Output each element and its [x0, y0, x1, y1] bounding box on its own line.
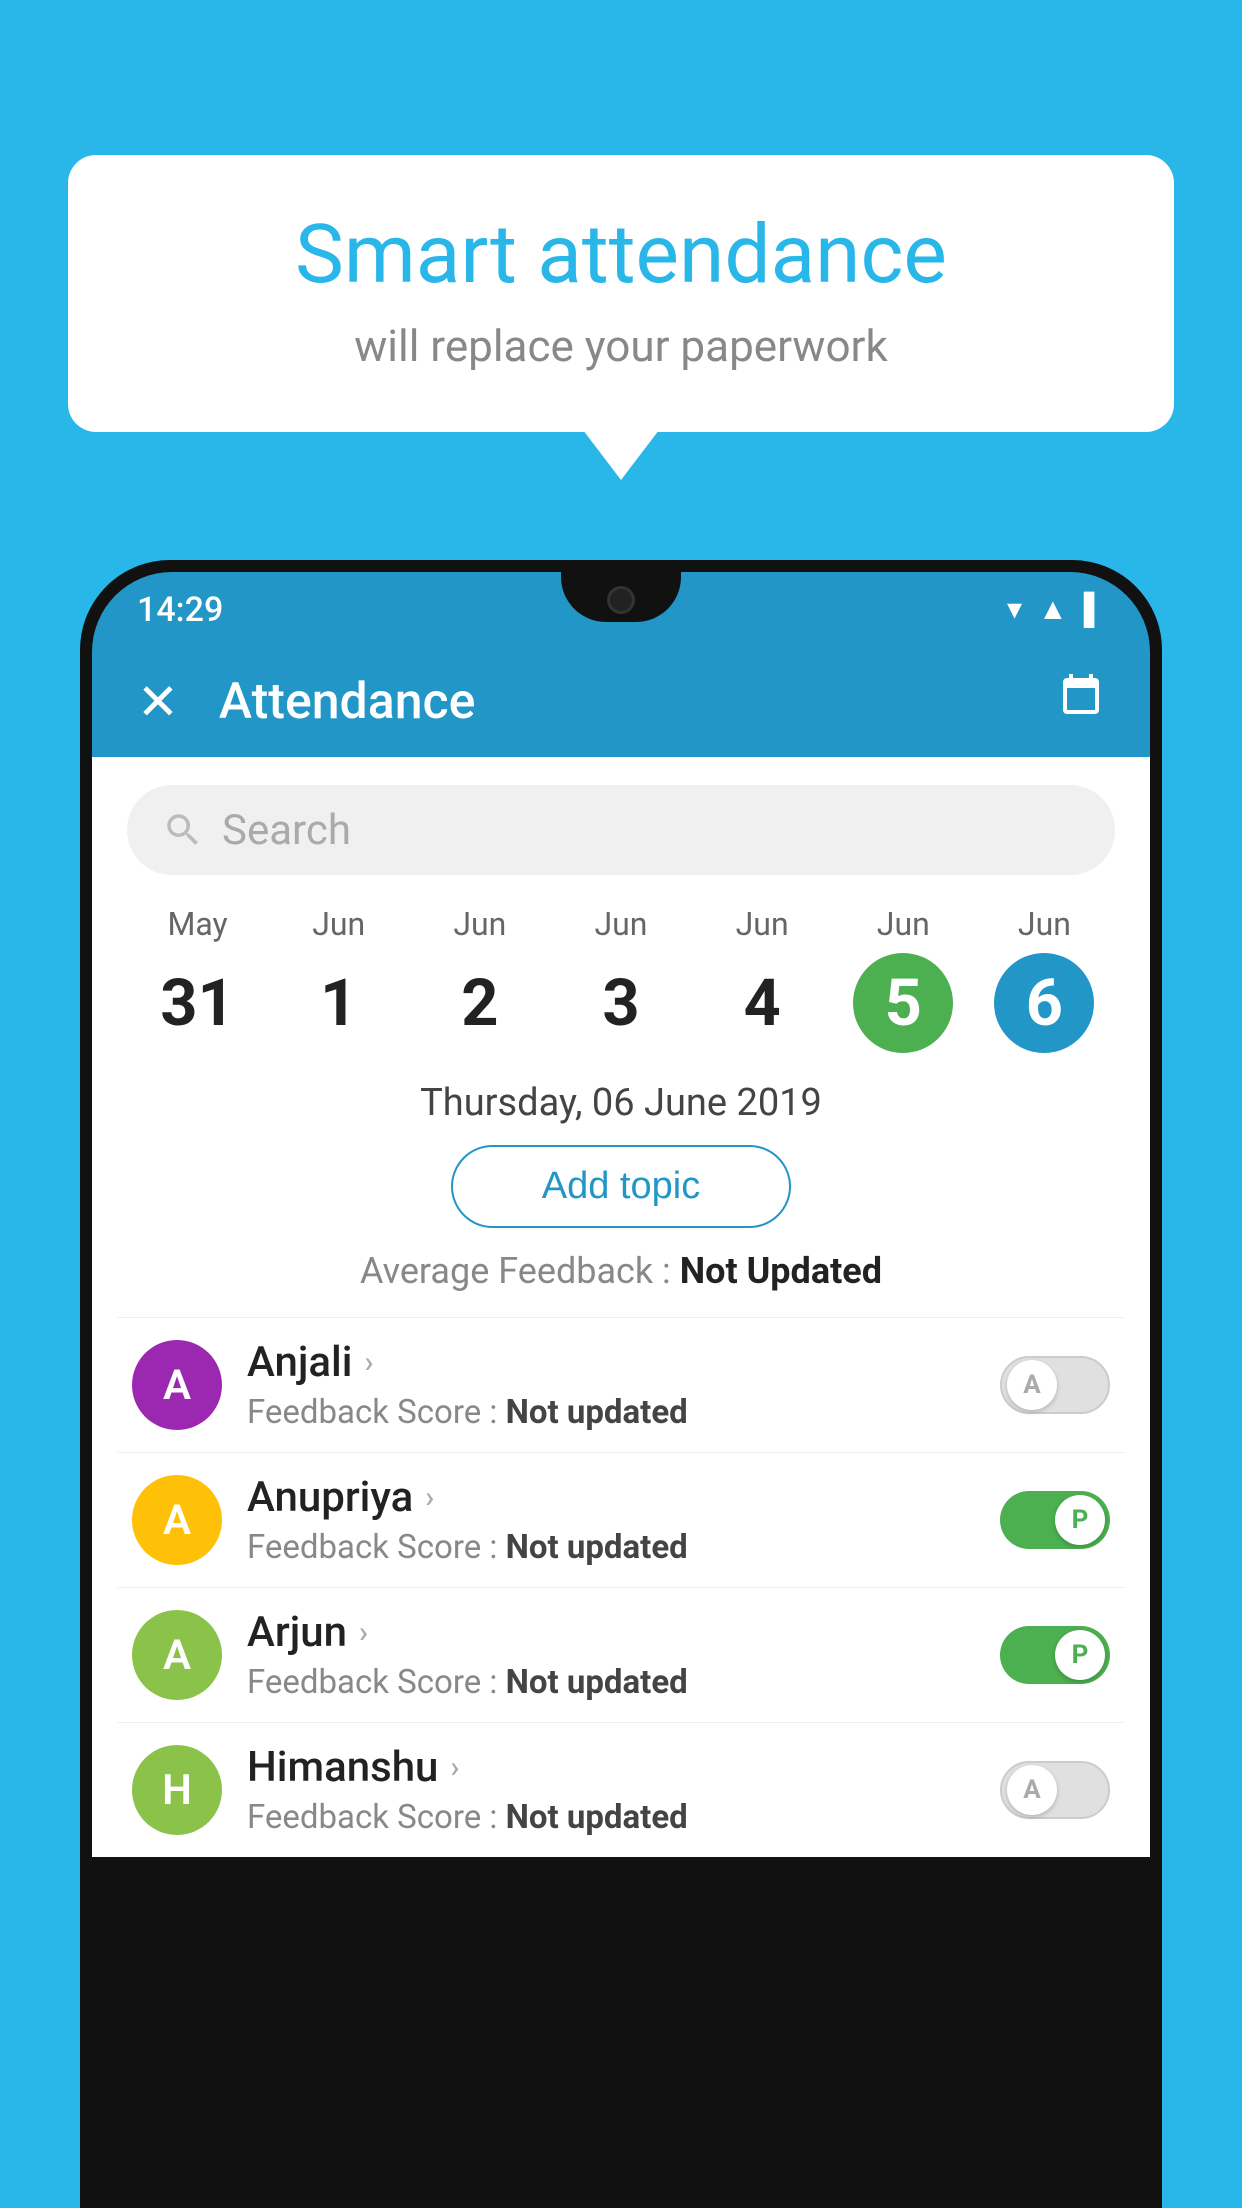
cal-day-number[interactable]: 2 — [430, 953, 530, 1053]
toggle-switch[interactable]: P — [1000, 1491, 1110, 1549]
student-list: AAnjali›Feedback Score : Not updatedAAAn… — [92, 1317, 1150, 1857]
calendar-icon[interactable] — [1057, 672, 1105, 732]
signal-icon: ▲ — [1038, 592, 1068, 627]
student-name: Himanshu › — [247, 1743, 975, 1792]
cal-month-label: Jun — [833, 905, 974, 943]
student-info: Anupriya › Feedback Score : Not updated — [247, 1473, 975, 1567]
student-avatar: A — [132, 1610, 222, 1700]
calendar-day[interactable]: May 31 — [127, 905, 268, 1053]
search-bar[interactable]: Search — [127, 785, 1115, 875]
app-header: ✕ Attendance — [92, 647, 1150, 757]
toggle-switch[interactable]: P — [1000, 1626, 1110, 1684]
avg-feedback: Average Feedback : Not Updated — [92, 1250, 1150, 1292]
student-avatar: H — [132, 1745, 222, 1835]
calendar-day[interactable]: Jun 2 — [409, 905, 550, 1053]
cal-month-label: May — [127, 905, 268, 943]
bubble-subtitle: will replace your paperwork — [128, 320, 1114, 372]
student-info: Arjun › Feedback Score : Not updated — [247, 1608, 975, 1702]
chevron-right-icon: › — [425, 1480, 434, 1515]
student-name-text: Anupriya — [247, 1473, 413, 1522]
cal-day-number[interactable]: 4 — [712, 953, 812, 1053]
cal-month-label: Jun — [550, 905, 691, 943]
student-name-text: Arjun — [247, 1608, 347, 1657]
date-label: Thursday, 06 June 2019 — [92, 1081, 1150, 1125]
toggle-knob: P — [1055, 1495, 1105, 1545]
search-placeholder: Search — [222, 806, 351, 855]
cal-day-number[interactable]: 1 — [289, 953, 389, 1053]
calendar-day[interactable]: Jun 3 — [550, 905, 691, 1053]
cal-day-number[interactable]: 6 — [994, 953, 1094, 1053]
toggle-knob: P — [1055, 1630, 1105, 1680]
speech-bubble: Smart attendance will replace your paper… — [68, 155, 1174, 432]
calendar-day[interactable]: Jun 4 — [692, 905, 833, 1053]
calendar-row: May 31 Jun 1 Jun 2 Jun 3 Jun 4 Jun 5 Jun 6 — [92, 895, 1150, 1053]
student-name: Anjali › — [247, 1338, 975, 1387]
status-bar: 14:29 ▾ ▲ ▌ — [92, 572, 1150, 647]
student-info: Himanshu › Feedback Score : Not updated — [247, 1743, 975, 1837]
add-topic-button[interactable]: Add topic — [451, 1145, 791, 1228]
cal-month-label: Jun — [268, 905, 409, 943]
attendance-toggle[interactable]: A — [1000, 1761, 1110, 1819]
student-row[interactable]: A Anupriya › Feedback Score : Not updated P — [117, 1452, 1125, 1587]
status-time: 14:29 — [137, 590, 223, 630]
student-name-text: Himanshu — [247, 1743, 438, 1792]
feedback-value: Not updated — [506, 1528, 688, 1567]
student-name: Arjun › — [247, 1608, 975, 1657]
search-icon — [162, 809, 204, 851]
student-row[interactable]: A Arjun › Feedback Score : Not updated P — [117, 1587, 1125, 1722]
cal-month-label: Jun — [692, 905, 833, 943]
attendance-toggle[interactable]: A — [1000, 1356, 1110, 1414]
phone-frame: 14:29 ▾ ▲ ▌ ✕ Attendance — [80, 560, 1162, 2208]
cal-month-label: Jun — [409, 905, 550, 943]
wifi-icon: ▾ — [1007, 592, 1022, 627]
calendar-day[interactable]: Jun 1 — [268, 905, 409, 1053]
calendar-day[interactable]: Jun 6 — [974, 905, 1115, 1053]
student-row[interactable]: A Anjali › Feedback Score : Not updated A — [117, 1317, 1125, 1452]
feedback-value: Not updated — [506, 1663, 688, 1702]
cal-day-number[interactable]: 5 — [853, 953, 953, 1053]
status-icons: ▾ ▲ ▌ — [1007, 592, 1105, 627]
close-button[interactable]: ✕ — [137, 673, 179, 732]
toggle-knob: A — [1007, 1360, 1057, 1410]
avg-feedback-label: Average Feedback : — [360, 1250, 680, 1292]
feedback-score: Feedback Score : Not updated — [247, 1393, 975, 1432]
bubble-title: Smart attendance — [128, 210, 1114, 300]
chevron-right-icon: › — [359, 1615, 368, 1650]
cal-day-number[interactable]: 3 — [571, 953, 671, 1053]
feedback-value: Not updated — [506, 1798, 688, 1837]
student-row[interactable]: H Himanshu › Feedback Score : Not updated A — [117, 1722, 1125, 1857]
student-info: Anjali › Feedback Score : Not updated — [247, 1338, 975, 1432]
student-avatar: A — [132, 1340, 222, 1430]
app-title: Attendance — [219, 673, 1057, 731]
chevron-right-icon: › — [450, 1750, 459, 1785]
cal-day-number[interactable]: 31 — [148, 953, 248, 1053]
attendance-toggle[interactable]: P — [1000, 1626, 1110, 1684]
phone-inner: 14:29 ▾ ▲ ▌ ✕ Attendance — [92, 572, 1150, 2196]
cal-month-label: Jun — [974, 905, 1115, 943]
student-name-text: Anjali — [247, 1338, 352, 1387]
feedback-score: Feedback Score : Not updated — [247, 1528, 975, 1567]
attendance-toggle[interactable]: P — [1000, 1491, 1110, 1549]
calendar-day[interactable]: Jun 5 — [833, 905, 974, 1053]
toggle-switch[interactable]: A — [1000, 1761, 1110, 1819]
toggle-switch[interactable]: A — [1000, 1356, 1110, 1414]
toggle-knob: A — [1007, 1765, 1057, 1815]
battery-icon: ▌ — [1084, 592, 1105, 627]
student-name: Anupriya › — [247, 1473, 975, 1522]
feedback-value: Not updated — [506, 1393, 688, 1432]
notch — [561, 572, 681, 622]
feedback-score: Feedback Score : Not updated — [247, 1663, 975, 1702]
student-avatar: A — [132, 1475, 222, 1565]
camera — [607, 586, 635, 614]
avg-feedback-value: Not Updated — [680, 1250, 882, 1292]
chevron-right-icon: › — [364, 1345, 373, 1380]
feedback-score: Feedback Score : Not updated — [247, 1798, 975, 1837]
app-body: Search May 31 Jun 1 Jun 2 Jun 3 Jun 4 Jun 5 Jun 6 Thu… — [92, 757, 1150, 1857]
